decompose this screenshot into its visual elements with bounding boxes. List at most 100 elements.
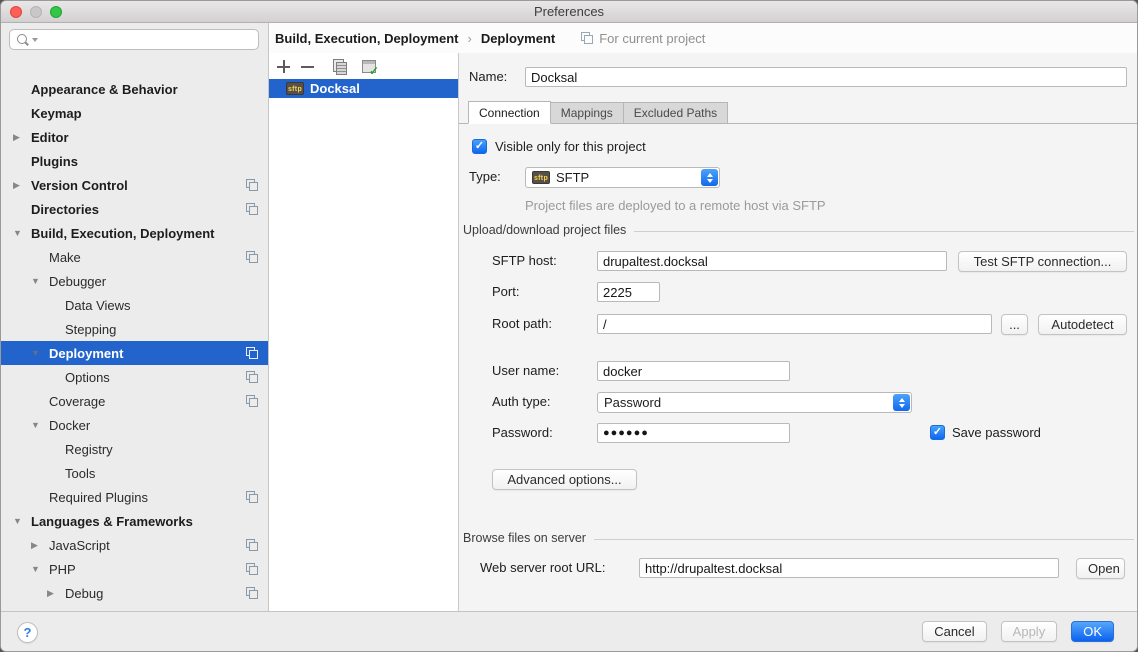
visible-only-checkbox[interactable]: ✓ [472, 139, 487, 154]
user-name-input[interactable] [597, 361, 790, 381]
chevron-down-icon[interactable]: ▼ [31, 348, 49, 358]
add-server-icon[interactable] [277, 60, 290, 73]
autodetect-button[interactable]: Autodetect [1038, 314, 1127, 335]
sidebar-item-directories[interactable]: Directories [1, 197, 268, 221]
tab-connection[interactable]: Connection [468, 101, 551, 124]
chevron-down-icon[interactable]: ▼ [13, 228, 31, 238]
sidebar-item-label: Debug [65, 586, 103, 601]
apply-button[interactable]: Apply [1001, 621, 1058, 642]
sidebar-item-label: Editor [31, 130, 69, 145]
sidebar-item-label: Tools [65, 466, 95, 481]
chevron-right-icon[interactable]: ▶ [13, 132, 31, 143]
test-sftp-connection-button[interactable]: Test SFTP connection... [958, 251, 1127, 272]
sftp-host-input[interactable] [597, 251, 947, 271]
sidebar-item-label: JavaScript [49, 538, 110, 553]
sidebar-item-stepping[interactable]: Stepping [1, 317, 268, 341]
sidebar-item-coverage[interactable]: Coverage [1, 389, 268, 413]
search-input[interactable] [38, 33, 252, 47]
type-select[interactable]: sftp SFTP [525, 167, 720, 188]
sidebar-item-label: Options [65, 370, 110, 385]
sidebar-item-editor[interactable]: ▶Editor [1, 125, 268, 149]
sidebar-item-registry[interactable]: Registry [1, 437, 268, 461]
browse-root-path-button[interactable]: ... [1001, 314, 1028, 335]
sidebar-item-appearance-behavior[interactable]: Appearance & Behavior [1, 77, 268, 101]
search-icon [16, 33, 30, 47]
scope-indicator: For current project [581, 31, 705, 46]
breadcrumb-row: Build, Execution, Deployment › Deploymen… [269, 23, 1137, 53]
current-project-icon [246, 347, 258, 359]
sidebar-item-required-plugins[interactable]: Required Plugins [1, 485, 268, 509]
deployment-form: Name: Connection Mappings Excluded Paths… [459, 53, 1138, 611]
breadcrumb-parent[interactable]: Build, Execution, Deployment [275, 31, 458, 46]
auth-type-select[interactable]: Password [597, 392, 912, 413]
tab-mappings[interactable]: Mappings [550, 102, 624, 124]
sidebar-item-docker[interactable]: ▼Docker [1, 413, 268, 437]
sidebar-item-plugins[interactable]: Plugins [1, 149, 268, 173]
cancel-button[interactable]: Cancel [922, 621, 986, 642]
chevron-down-icon[interactable]: ▼ [31, 276, 49, 286]
settings-search[interactable] [9, 29, 259, 50]
server-list-item[interactable]: sftp Docksal [269, 79, 458, 98]
sidebar-item-options[interactable]: Options [1, 365, 268, 389]
current-project-icon [246, 179, 258, 191]
browse-section-header: Browse files on server [463, 531, 1134, 545]
current-project-icon [246, 491, 258, 503]
sidebar-item-languages-frameworks[interactable]: ▼Languages & Frameworks [1, 509, 268, 533]
window-title: Preferences [1, 1, 1137, 23]
sidebar-item-make[interactable]: Make [1, 245, 268, 269]
chevron-right-icon[interactable]: ▶ [13, 180, 31, 191]
name-input[interactable] [525, 67, 1127, 87]
remove-server-icon[interactable] [301, 60, 314, 73]
sidebar-item-build-execution-deployment[interactable]: ▼Build, Execution, Deployment [1, 221, 268, 245]
select-stepper-icon [701, 169, 718, 186]
sidebar-item-php[interactable]: ▼PHP [1, 557, 268, 581]
root-path-label: Root path: [492, 314, 552, 334]
sidebar-item-label: Coverage [49, 394, 105, 409]
scope-label: For current project [599, 31, 705, 46]
select-stepper-icon [893, 394, 910, 411]
chevron-down-icon[interactable]: ▼ [31, 564, 49, 574]
type-value: SFTP [556, 170, 589, 185]
settings-sidebar: Appearance & BehaviorKeymap▶EditorPlugin… [1, 23, 268, 611]
open-button[interactable]: Open [1076, 558, 1125, 579]
chevron-right-icon[interactable]: ▶ [47, 588, 65, 599]
sidebar-item-version-control[interactable]: ▶Version Control [1, 173, 268, 197]
help-button[interactable]: ? [17, 622, 38, 643]
set-default-server-icon[interactable]: ✓ [362, 60, 376, 73]
chevron-right-icon[interactable]: ▶ [31, 540, 49, 551]
password-input[interactable] [597, 423, 790, 443]
tab-bar: Connection Mappings Excluded Paths [459, 101, 1138, 124]
port-label: Port: [492, 282, 519, 302]
advanced-options-button[interactable]: Advanced options... [492, 469, 637, 490]
web-root-input[interactable] [639, 558, 1059, 578]
breadcrumb-separator-icon: › [467, 31, 471, 46]
sidebar-item-keymap[interactable]: Keymap [1, 101, 268, 125]
sidebar-item-debug[interactable]: ▶Debug [1, 581, 268, 605]
sftp-icon: sftp [286, 82, 304, 95]
sidebar-item-label: Build, Execution, Deployment [31, 226, 214, 241]
sidebar-item-label: Languages & Frameworks [31, 514, 193, 529]
duplicate-server-icon[interactable] [333, 59, 347, 74]
sidebar-item-data-views[interactable]: Data Views [1, 293, 268, 317]
sidebar-item-deployment[interactable]: ▼Deployment [1, 341, 268, 365]
sidebar-item-label: PHP [49, 562, 76, 577]
chevron-down-icon[interactable]: ▼ [31, 420, 49, 430]
sidebar-item-label: Directories [31, 202, 99, 217]
sidebar-item-javascript[interactable]: ▶JavaScript [1, 533, 268, 557]
tab-excluded-paths[interactable]: Excluded Paths [623, 102, 728, 124]
chevron-down-icon[interactable]: ▼ [13, 516, 31, 526]
sidebar-item-label: Docker [49, 418, 90, 433]
ok-button[interactable]: OK [1071, 621, 1114, 642]
auth-type-label: Auth type: [492, 392, 551, 412]
servers-toolbar: ✓ [269, 53, 458, 79]
password-label: Password: [492, 423, 553, 443]
port-input[interactable] [597, 282, 660, 302]
save-password-label: Save password [952, 425, 1041, 440]
sidebar-item-debugger[interactable]: ▼Debugger [1, 269, 268, 293]
type-help-text: Project files are deployed to a remote h… [525, 198, 826, 213]
section-rule [594, 539, 1134, 540]
sftp-host-label: SFTP host: [492, 251, 557, 271]
sidebar-item-tools[interactable]: Tools [1, 461, 268, 485]
save-password-checkbox[interactable]: ✓ [930, 425, 945, 440]
root-path-input[interactable] [597, 314, 992, 334]
